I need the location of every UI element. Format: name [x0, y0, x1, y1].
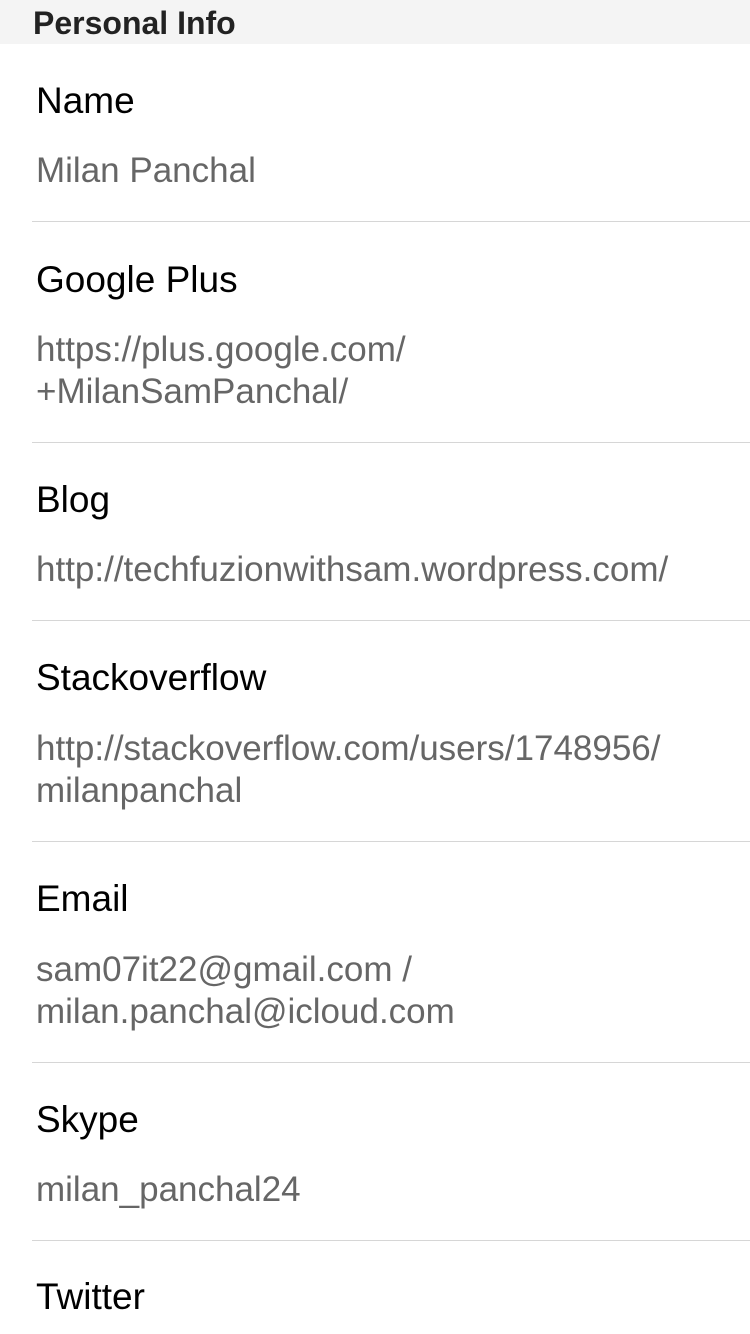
field-row-google-plus[interactable]: Google Plus https://plus.google.com/ +Mi…	[0, 222, 750, 443]
field-row-blog[interactable]: Blog http://techfuzionwithsam.wordpress.…	[0, 443, 750, 621]
field-row-name[interactable]: Name Milan Panchal	[0, 44, 750, 222]
section-header-personal-info: Personal Info	[0, 0, 750, 44]
field-value-blog[interactable]: http://techfuzionwithsam.wordpress.com/	[36, 549, 726, 591]
field-value-skype[interactable]: milan_panchal24	[36, 1169, 726, 1211]
field-row-twitter[interactable]: Twitter	[0, 1241, 750, 1334]
field-label-twitter: Twitter	[36, 1276, 145, 1317]
personal-info-list: Name Milan Panchal Google Plus https://p…	[0, 44, 750, 1334]
field-row-stackoverflow[interactable]: Stackoverflow http://stackoverflow.com/u…	[0, 621, 750, 842]
field-row-email[interactable]: Email sam07it22@gmail.com / milan.pancha…	[0, 842, 750, 1063]
field-label-skype: Skype	[36, 1099, 139, 1140]
field-value-name: Milan Panchal	[36, 151, 256, 190]
field-label-google-plus: Google Plus	[36, 259, 238, 300]
field-value-email[interactable]: sam07it22@gmail.com / milan.panchal@iclo…	[36, 949, 726, 1033]
field-label-name: Name	[36, 80, 135, 121]
field-row-skype[interactable]: Skype milan_panchal24	[0, 1063, 750, 1241]
field-label-blog: Blog	[36, 479, 111, 520]
field-label-stackoverflow: Stackoverflow	[36, 657, 267, 698]
field-value-stackoverflow[interactable]: http://stackoverflow.com/users/1748956/ …	[36, 728, 726, 812]
section-title: Personal Info	[33, 5, 236, 41]
field-value-google-plus[interactable]: https://plus.google.com/ +MilanSamPancha…	[36, 329, 726, 413]
field-label-email: Email	[36, 878, 129, 919]
